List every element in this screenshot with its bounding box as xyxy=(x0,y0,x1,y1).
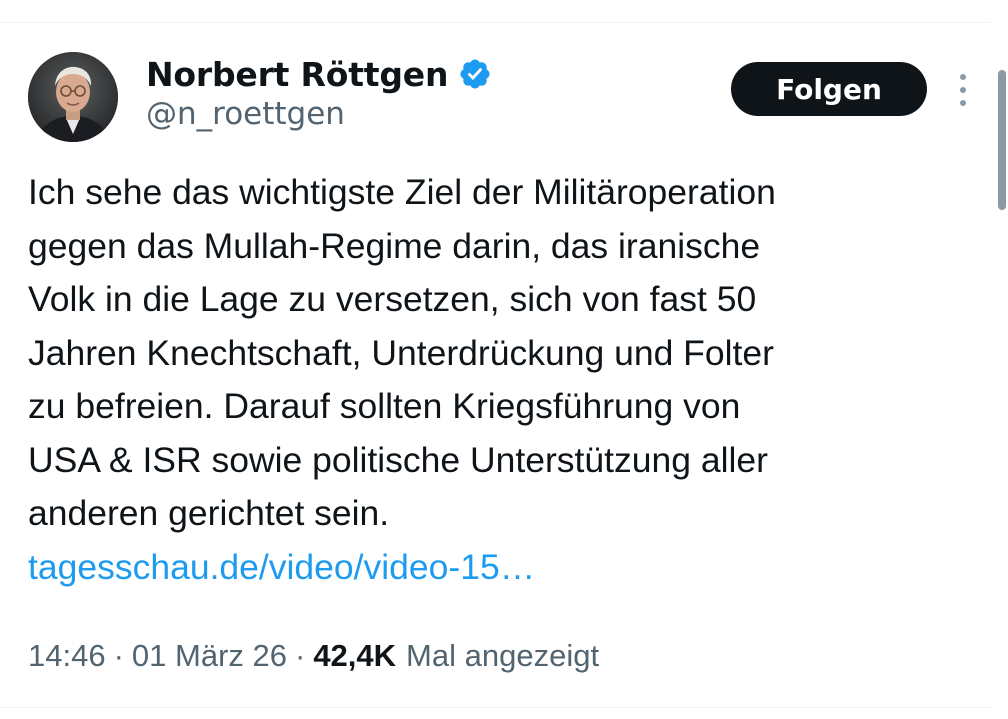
tweet-meta: 14:46 · 01 März 26 · 42,4K Mal angezeigt xyxy=(28,638,599,674)
tweet-time[interactable]: 14:46 xyxy=(28,638,106,674)
author-display-name[interactable]: Norbert Röttgen xyxy=(146,55,448,94)
meta-separator: · xyxy=(113,638,124,673)
tweet-text-line: zu befreien. Darauf sollten Kriegsführun… xyxy=(28,386,741,426)
author-name-row: Norbert Röttgen xyxy=(146,50,492,98)
tweet-text-line: anderen gerichtet sein. xyxy=(28,493,390,533)
top-divider xyxy=(0,22,990,23)
verified-badge-icon[interactable] xyxy=(458,57,492,91)
more-vertical-icon-dot xyxy=(960,100,966,106)
tweet-link[interactable]: tagesschau.de/video/video-15… xyxy=(28,541,978,595)
bottom-divider xyxy=(0,707,990,708)
profile-photo xyxy=(28,52,118,142)
meta-separator: · xyxy=(294,638,306,673)
avatar[interactable] xyxy=(28,52,118,142)
more-options-button[interactable] xyxy=(950,70,976,110)
tweet-view: Norbert Röttgen @n_roettgen Folgen Ich s… xyxy=(0,0,1008,719)
tweet-text-line: Ich sehe das wichtigste Ziel der Militär… xyxy=(28,172,776,212)
tweet-text: Ich sehe das wichtigste Ziel der Militär… xyxy=(28,166,978,594)
tweet-text-line: USA & ISR sowie politische Unterstützung… xyxy=(28,439,768,480)
views-count[interactable]: 42,4K xyxy=(313,638,396,674)
more-vertical-icon xyxy=(960,74,966,80)
scrollbar-thumb[interactable] xyxy=(998,70,1006,210)
views-label: Mal angezeigt xyxy=(406,638,600,673)
tweet-text-line: Volk in die Lage zu versetzen, sich von … xyxy=(28,279,757,319)
tweet-text-line: gegen das Mullah-Regime darin, das irani… xyxy=(28,225,761,266)
tweet-text-line: Jahren Knechtschaft, Unterdrückung und F… xyxy=(28,332,774,373)
follow-button[interactable]: Folgen xyxy=(731,62,927,116)
author-handle[interactable]: @n_roettgen xyxy=(146,96,345,132)
more-vertical-icon-dot xyxy=(960,87,966,93)
tweet-date[interactable]: 01 März 26 xyxy=(132,638,287,674)
